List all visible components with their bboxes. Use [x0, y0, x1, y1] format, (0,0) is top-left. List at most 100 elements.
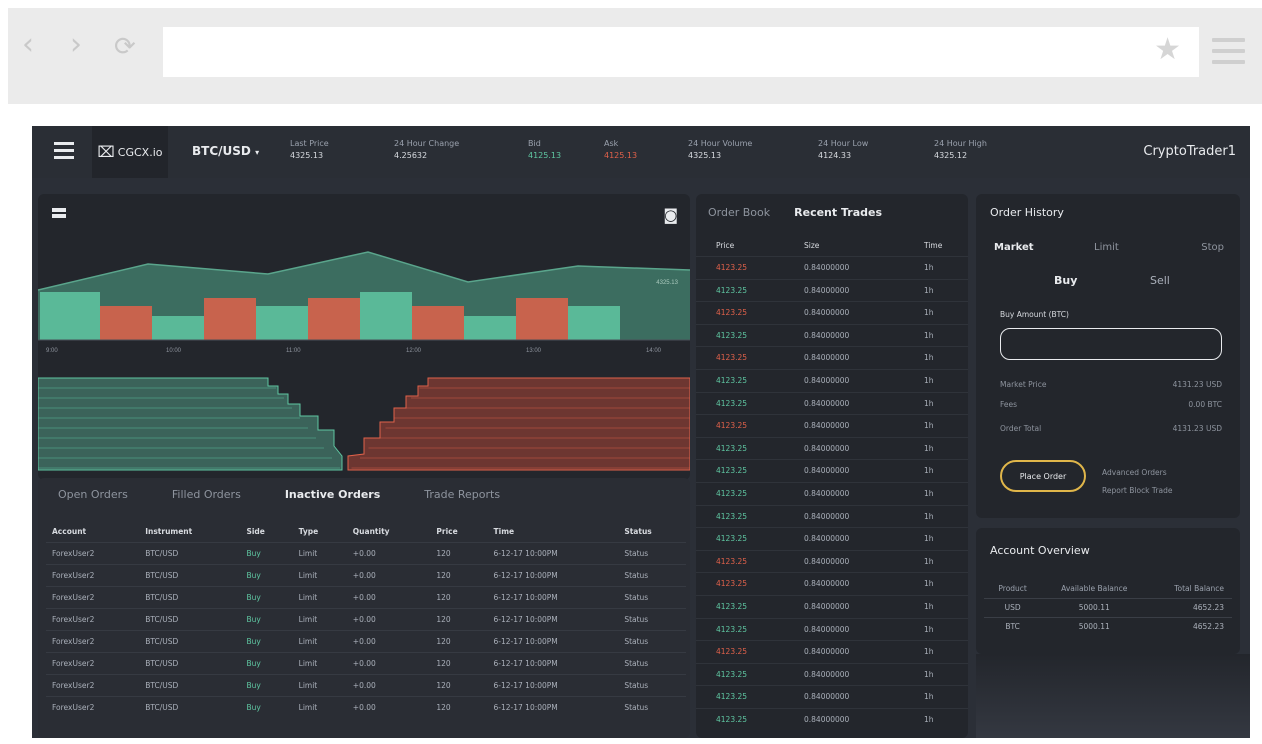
- pair-selector[interactable]: BTC/USD ▾: [192, 144, 259, 158]
- trade-price: 4123.25: [716, 556, 748, 566]
- table-row[interactable]: ForexUser2 BTC/USD Buy Limit +0.00 120 6-12-17…: [46, 695, 686, 718]
- table-cell: BTC/USD: [139, 585, 241, 608]
- back-icon[interactable]: ‹: [22, 30, 34, 60]
- column-header[interactable]: Status: [618, 522, 686, 542]
- tab-orders-0[interactable]: Open Orders: [58, 488, 128, 510]
- tab-limit[interactable]: Limit: [1094, 242, 1119, 253]
- trade-price: 4123.25: [716, 715, 748, 724]
- pair-label: BTC/USD: [192, 144, 251, 158]
- table-cell: BTC/USD: [139, 695, 241, 718]
- trade-time: 1h: [924, 556, 934, 566]
- column-header: Product: [998, 584, 1027, 594]
- table-row[interactable]: ForexUser2 BTC/USD Buy Limit +0.00 120 6-12-17…: [46, 651, 686, 674]
- trade-row[interactable]: 4123.25 0.84000000 1h: [696, 549, 968, 573]
- place-order-button[interactable]: Place Order: [1000, 460, 1086, 492]
- trading-app: ⌧ CGCX.io BTC/USD ▾ Last Price 4325.13 24 …: [32, 126, 1250, 738]
- table-cell: BTC/USD: [139, 607, 241, 630]
- column-header[interactable]: Quantity: [347, 522, 431, 542]
- trade-size: 0.84000000: [804, 534, 850, 544]
- trade-row[interactable]: 4123.25 0.84000000 1h: [696, 617, 968, 641]
- trade-price: 4123.25: [716, 692, 748, 702]
- trade-row[interactable]: 4123.25 0.84000000 1h: [696, 640, 968, 663]
- table-cell: 6-12-17 10:00PM: [487, 629, 619, 652]
- trade-row[interactable]: 4123.25 0.84000000 1h: [696, 346, 968, 369]
- trade-row[interactable]: 4123.25 0.84000000 1h: [696, 414, 968, 437]
- tab-orders-1[interactable]: Filled Orders: [172, 488, 241, 510]
- trade-row[interactable]: 4123.25 0.84000000 1h: [696, 527, 968, 550]
- trade-row[interactable]: 4123.25 0.84000000 1h: [696, 572, 968, 595]
- trade-row[interactable]: 4123.25 0.84000000 1h: [696, 685, 968, 708]
- report-block-trade-link[interactable]: Report Block Trade: [1102, 482, 1172, 500]
- tab-orders-3[interactable]: Trade Reports: [424, 488, 500, 510]
- stat-value: 4325.13: [290, 151, 324, 160]
- table-cell: 120: [430, 563, 488, 586]
- address-bar[interactable]: ★: [163, 27, 1199, 77]
- trade-row[interactable]: 4123.25 0.84000000 1h: [696, 301, 968, 324]
- trade-row[interactable]: 4123.25 0.84000000 1h: [696, 662, 968, 686]
- trade-row[interactable]: 4123.25 0.84000000 1h: [696, 708, 968, 731]
- tab-stop[interactable]: Stop: [1201, 242, 1224, 253]
- table-cell: BTC/USD: [139, 651, 241, 674]
- tab-book-1[interactable]: Recent Trades: [794, 206, 882, 219]
- star-icon[interactable]: ★: [1154, 35, 1181, 65]
- table-row[interactable]: ForexUser2 BTC/USD Buy Limit +0.00 120 6-12-17…: [46, 673, 686, 696]
- table-row[interactable]: ForexUser2 BTC/USD Buy Limit +0.00 120 6-12-17…: [46, 629, 686, 652]
- column-header[interactable]: Type: [293, 522, 347, 542]
- logo[interactable]: ⌧ CGCX.io: [92, 126, 168, 178]
- trade-row[interactable]: 4123.25 0.84000000 1h: [696, 256, 968, 279]
- amount-input[interactable]: [1000, 328, 1222, 360]
- tab-orders-2[interactable]: Inactive Orders: [285, 488, 380, 510]
- tab-market[interactable]: Market: [994, 242, 1034, 253]
- table-cell: +0.00: [346, 629, 431, 652]
- table-row[interactable]: ForexUser2 BTC/USD Buy Limit +0.00 120 6-12-17…: [46, 585, 686, 608]
- forward-icon[interactable]: ›: [70, 30, 82, 60]
- table-cell: Status: [618, 673, 686, 696]
- trade-row[interactable]: 4123.25 0.84000000 1h: [696, 436, 968, 460]
- advanced-orders-link[interactable]: Advanced Orders: [1102, 464, 1172, 482]
- table-cell: ForexUser2: [46, 673, 140, 696]
- price-chart[interactable]: 4325.13 9:00 10:00 11:00 12:00 13:00 14:00: [38, 194, 690, 480]
- table-row[interactable]: ForexUser2 BTC/USD Buy Limit +0.00 120 6-12-17…: [46, 541, 686, 564]
- table-cell: Status: [618, 563, 686, 586]
- x-tick-label: 12:00: [406, 348, 422, 354]
- trade-time: 1h: [924, 308, 934, 318]
- trade-size: 0.84000000: [804, 579, 850, 589]
- trade-row[interactable]: 4123.25 0.84000000 1h: [696, 459, 968, 482]
- volume-bar: [568, 306, 620, 340]
- trade-size: 0.84000000: [804, 556, 850, 566]
- column-header[interactable]: Price: [430, 522, 487, 542]
- user-name[interactable]: CryptoTrader1: [1143, 144, 1236, 159]
- trade-price: 4123.25: [716, 443, 748, 453]
- trade-row[interactable]: 4123.25 0.84000000 1h: [696, 278, 968, 302]
- table-cell: 6-12-17 10:00PM: [487, 585, 619, 608]
- column-header[interactable]: Instrument: [139, 522, 240, 542]
- trade-price: 4123.25: [716, 602, 748, 611]
- trade-time: 1h: [924, 285, 934, 295]
- tab-sell[interactable]: Sell: [1150, 274, 1170, 287]
- stat-3: Ask 4125.13: [604, 138, 637, 162]
- column-header[interactable]: Time: [488, 522, 619, 542]
- trade-row[interactable]: 4123.25 0.84000000 1h: [696, 504, 968, 528]
- trade-price: 4123.25: [716, 376, 748, 385]
- row-value: 0.00 BTC: [1188, 400, 1222, 409]
- trade-row[interactable]: 4123.25 0.84000000 1h: [696, 369, 968, 392]
- tab-buy[interactable]: Buy: [1054, 274, 1077, 287]
- table-cell: Limit: [292, 673, 347, 696]
- trade-row[interactable]: 4123.25 0.84000000 1h: [696, 323, 968, 347]
- hamburger-menu-icon[interactable]: [1212, 38, 1245, 71]
- tab-book-0[interactable]: Order Book: [708, 206, 770, 219]
- reload-icon[interactable]: ⟳: [114, 34, 136, 60]
- trades-panel: Order Book Recent Trades Price Size Time …: [696, 194, 968, 738]
- menu-icon[interactable]: [54, 142, 74, 163]
- app-header: ⌧ CGCX.io BTC/USD ▾ Last Price 4325.13 24 …: [32, 126, 1250, 178]
- table-cell: ForexUser2: [46, 651, 140, 674]
- trade-row[interactable]: 4123.25 0.84000000 1h: [696, 482, 968, 505]
- trade-row[interactable]: 4123.25 0.84000000 1h: [696, 595, 968, 618]
- table-row[interactable]: ForexUser2 BTC/USD Buy Limit +0.00 120 6-12-17…: [46, 563, 686, 586]
- column-header[interactable]: Side: [240, 522, 292, 542]
- table-cell: Buy: [240, 673, 293, 696]
- trade-row[interactable]: 4123.25 0.84000000 1h: [696, 391, 968, 415]
- row-value: 4131.23 USD: [1172, 424, 1222, 433]
- column-header[interactable]: Account: [46, 522, 139, 542]
- table-row[interactable]: ForexUser2 BTC/USD Buy Limit +0.00 120 6-12-17…: [46, 607, 686, 630]
